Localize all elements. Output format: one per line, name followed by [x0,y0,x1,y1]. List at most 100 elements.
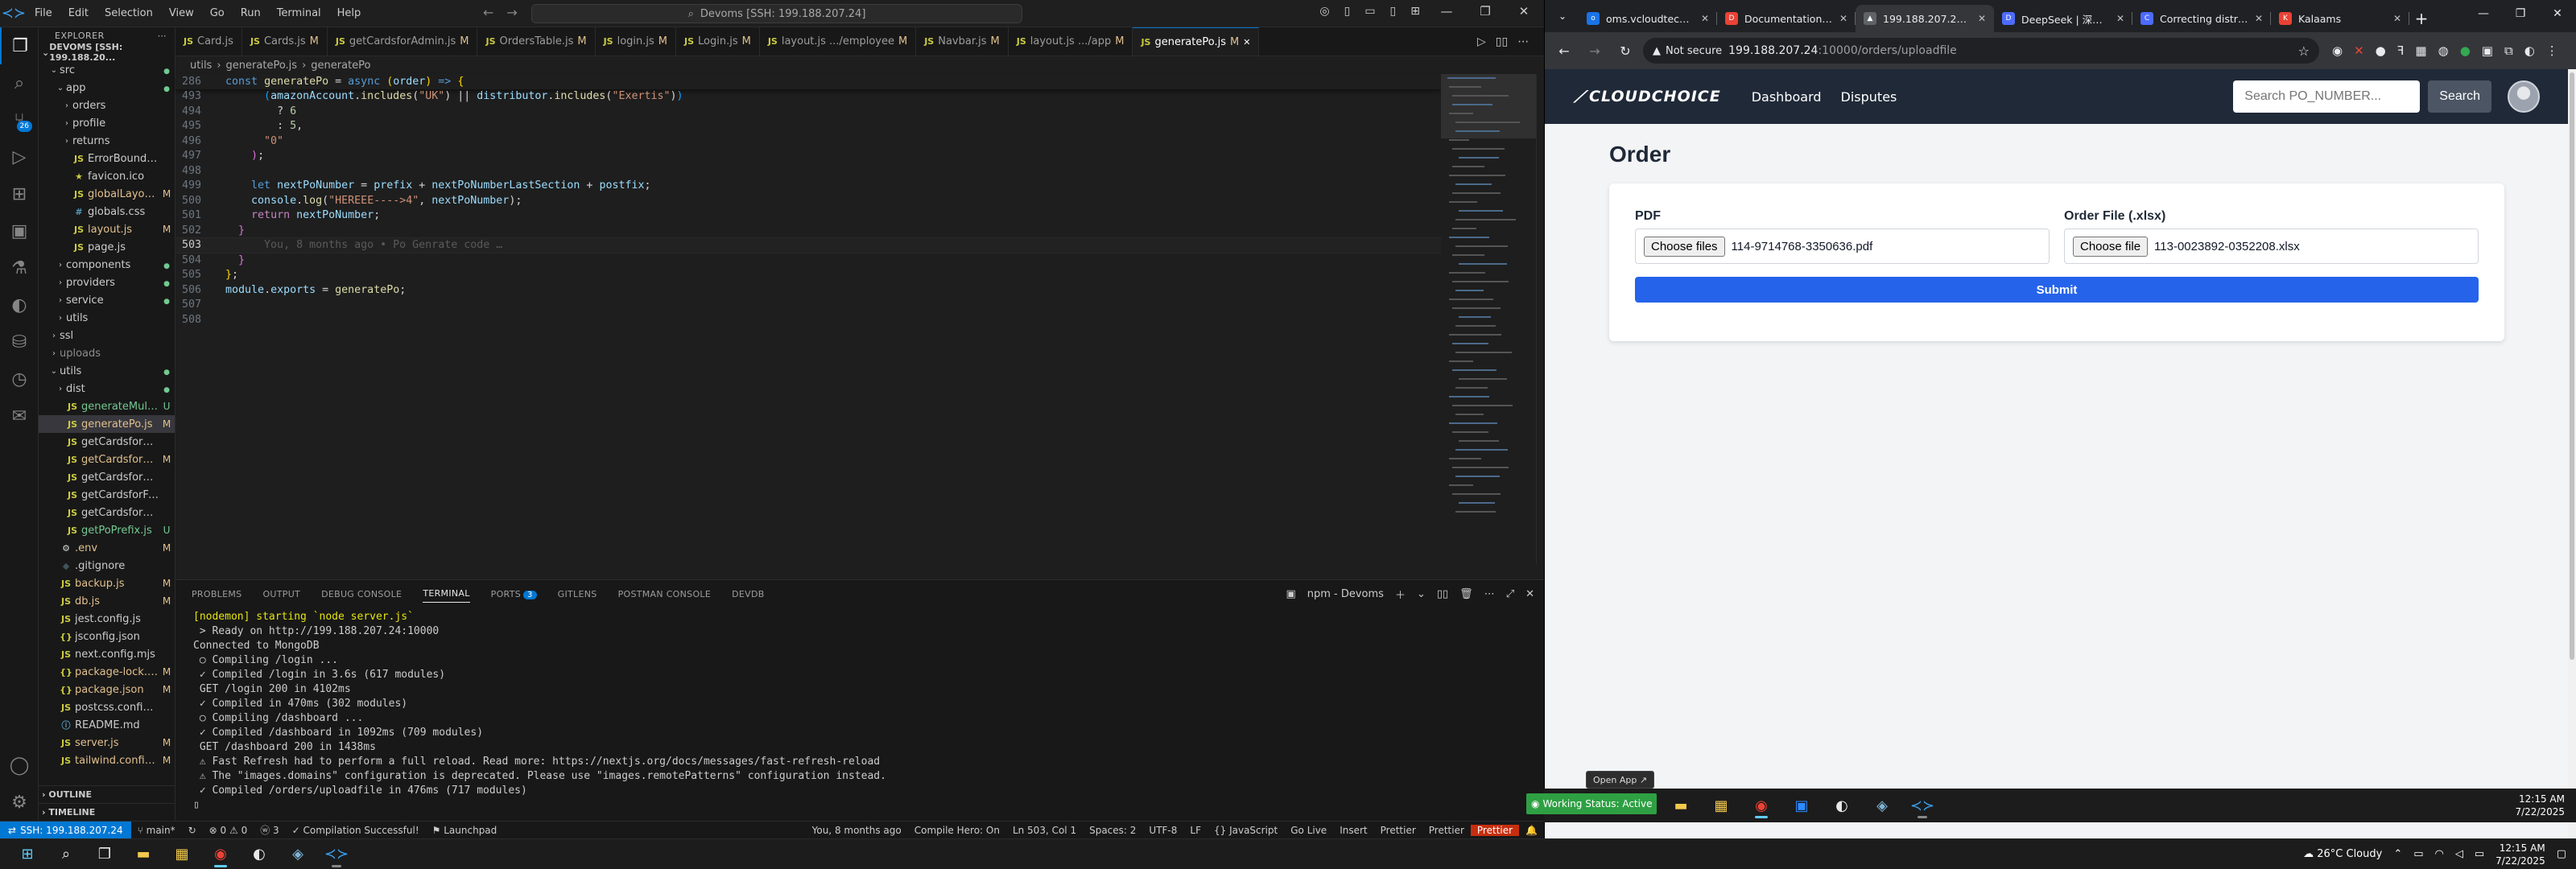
pdf-choose-button[interactable]: Choose files [1644,236,1725,257]
code-line[interactable]: 500 console.log("HEREEE---->4", nextPoNu… [175,193,1441,208]
minimize-icon[interactable]: — [2465,0,2502,27]
tab-search-icon[interactable]: ⌄ [1551,5,1574,27]
code-line[interactable]: 507 [175,298,1441,313]
tree-item[interactable]: {} package.json M [39,681,175,698]
restore-icon[interactable]: ❐ [2502,0,2539,27]
zoom-taskbar-icon[interactable]: ▣ [1785,792,1818,819]
tray-chevron-icon[interactable]: ⌃ [2393,848,2402,860]
menu-item-terminal[interactable]: Terminal [270,4,328,23]
more-icon[interactable]: ⋯ [1517,35,1529,48]
code-line[interactable]: 503 You, 8 months ago • Po Genrate code … [175,237,1442,253]
chevron-down-icon[interactable]: ⌄ [1417,588,1426,600]
chrome-taskbar-icon[interactable]: ◉ [1745,792,1777,819]
extension-7-icon[interactable]: ● [2460,43,2471,58]
extension-2-icon[interactable]: ✕ [2354,43,2364,58]
extension-4-icon[interactable]: ꟻ [2397,43,2405,58]
editor-tab[interactable]: JS Login.js M [676,27,760,56]
editor-scrollbar[interactable] [1536,74,1544,565]
tree-item[interactable]: JS backup.js M [39,575,175,592]
close-tab-icon[interactable]: ✕ [2393,13,2401,24]
editor-tab[interactable]: JS OrdersTable.js M [477,27,596,56]
code-line[interactable]: 501 return nextPoNumber; [175,208,1441,224]
profile-avatar-icon[interactable]: ◐ [2524,43,2535,58]
forward-arrow-icon[interactable]: → [506,5,517,20]
workspace-root[interactable]: ⌄ DEVOMS [SSH: 199.188.20... [39,42,175,63]
start-windows-icon[interactable]: ⊞ [11,841,43,868]
panel-tab-debug-console[interactable]: DEBUG CONSOLE [321,589,402,599]
menu-item-go[interactable]: Go [203,4,232,23]
not-secure-indicator[interactable]: ▲ Not secure [1653,45,1722,57]
page-scrollbar[interactable] [2568,69,2576,838]
vscode-taskbar-icon[interactable]: ≺≻ [320,841,353,868]
tree-item[interactable]: JS server.js M [39,734,175,752]
search-button[interactable]: Search [2428,80,2491,113]
code-line[interactable]: 499 let nextPoNumber = prefix + nextPoNu… [175,179,1441,194]
search-icon[interactable]: ⌕ [0,64,39,101]
submit-button[interactable]: Submit [1635,277,2479,303]
xlsx-choose-button[interactable]: Choose file [2073,236,2149,257]
file-explorer-icon[interactable]: ▬ [127,841,159,868]
tree-item[interactable]: JS globalLayout.jsM [39,185,175,203]
editor-tab[interactable]: JS Cards.js M [242,27,328,56]
toggle-panel-icon[interactable]: ▭ [1364,5,1375,18]
tree-item[interactable]: JS getCardsforFinance.js [39,486,175,504]
minimap[interactable] [1441,74,1536,565]
tree-item[interactable]: # globals.css [39,203,175,220]
menu-item-file[interactable]: File [27,4,60,23]
launchpad-status[interactable]: ⚑ Launchpad [426,825,504,836]
blame-status[interactable]: You, 8 months ago [806,825,908,836]
panel-tab-postman-console[interactable]: POSTMAN CONSOLE [618,589,712,599]
layout-icon[interactable]: ⊞ [1410,5,1420,18]
chrome-menu-icon[interactable]: ⋮ [2546,43,2558,58]
manage-gear-icon[interactable]: ⚙ [0,784,39,821]
devdb-icon[interactable]: ⛁ [0,323,39,360]
browser-tab[interactable]: C Correcting distrib... ✕ [2132,5,2271,32]
encoding-status[interactable]: UTF-8 [1142,825,1183,836]
code-line[interactable]: 498 [175,163,1441,179]
explorer-icon[interactable]: ❐ [0,27,39,64]
bell-icon[interactable]: 🔔 [1519,825,1544,836]
maximize-panel-icon[interactable]: ⤢ [1506,588,1514,600]
new-terminal-icon[interactable]: ＋ [1395,587,1406,602]
timeline-icon[interactable]: ◷ [0,360,39,397]
remote-indicator[interactable]: ⇄ SSH: 199.188.207.24 [0,821,131,839]
code-line[interactable]: 508 [175,312,1441,327]
run-debug-icon[interactable]: ▷ [0,138,39,175]
tree-item[interactable]: JS tailwind.config.js M [39,752,175,769]
code-line[interactable]: 505 }; [175,268,1441,283]
volume-icon[interactable]: ◁ [2455,848,2463,860]
editor-tab[interactable]: JS generatePo.js M ✕ [1133,27,1260,56]
editor-tab[interactable]: JS Card.js [175,27,242,56]
menu-item-view[interactable]: View [162,4,201,23]
panel-tab-ports[interactable]: PORTS 3 [491,589,537,599]
tree-item[interactable]: › service ● [39,291,175,309]
pdf-file-input[interactable]: Choose files 114-9714768-3350636.pdf [1635,229,2050,264]
postman-icon[interactable]: ✉ [0,397,39,434]
source-control-icon[interactable]: ⑂ 26 [0,101,39,138]
minimap-viewport[interactable] [1441,74,1536,138]
tree-item[interactable]: JS getCardsforAmazon.js [39,468,175,486]
restore-icon[interactable]: ❐ [1473,4,1497,19]
tree-item[interactable]: JS ErrorBoundary.js [39,150,175,167]
tree-item[interactable]: › ssl [39,327,175,344]
code-line[interactable]: 504 } [175,253,1441,268]
working-status-pill[interactable]: ◉ Working Status: Active [1526,793,1657,814]
menu-item-run[interactable]: Run [233,4,268,23]
close-tab-icon[interactable]: ✕ [1701,13,1709,24]
tree-item[interactable]: › components ● [39,256,175,274]
vscode-taskbar-icon[interactable]: ≺≻ [1906,792,1938,819]
brand-logo[interactable]: ⟋ CLOUDCHOICE [1574,87,1721,106]
tree-item[interactable]: JS page.js [39,238,175,256]
notifications-icon[interactable]: ▢ [2557,848,2566,860]
reload-icon[interactable]: ↻ [1612,38,1638,64]
calendar-app-icon[interactable]: ▦ [1705,792,1737,819]
tree-item[interactable]: {}package-lock.jsonM [39,663,175,681]
app-taskbar-icon[interactable]: ◐ [243,841,275,868]
back-arrow-icon[interactable]: ← [1551,38,1577,64]
command-center[interactable]: ⌕ Devoms [SSH: 199.188.207.24] [531,4,1022,23]
tree-item[interactable]: JS postcss.config.mjs [39,698,175,716]
close-icon[interactable]: ✕ [1512,4,1536,19]
sync-icon[interactable]: ↻ [182,825,203,836]
more-actions-icon[interactable]: ⋯ [158,31,167,41]
remote-app-taskbar-icon[interactable]: ◈ [282,841,314,868]
